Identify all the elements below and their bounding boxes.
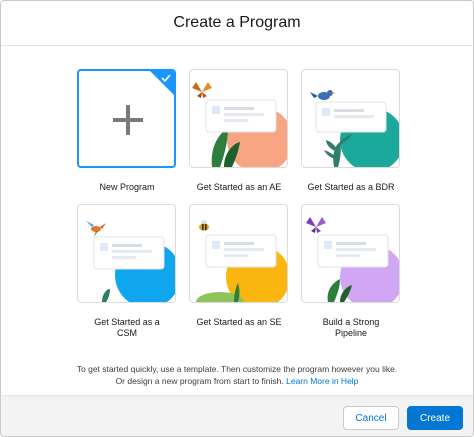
description-line-2-text: Or design a new program from start to fi…: [115, 376, 284, 386]
butterfly-icon: [192, 82, 212, 98]
cancel-button[interactable]: Cancel: [343, 406, 399, 430]
template-tile-pipeline[interactable]: [301, 204, 400, 303]
template-tile-ae[interactable]: [189, 69, 288, 168]
template-illustration: [306, 217, 399, 302]
template-description: To get started quickly, use a template. …: [1, 363, 473, 387]
checkmark-icon: [161, 74, 171, 83]
template-illustration: [196, 220, 287, 302]
description-line-2: Or design a new program from start to fi…: [1, 375, 473, 387]
purple-butterfly-icon: [306, 217, 326, 233]
template-label-csm-line1: Get Started as a: [94, 317, 160, 327]
create-button[interactable]: Create: [407, 406, 463, 430]
plus-icon: [113, 105, 143, 135]
template-label-bdr: Get Started as a BDR: [307, 182, 395, 192]
template-illustration: [192, 82, 287, 167]
create-program-modal: Create a Program New Program Get Started…: [0, 0, 474, 437]
description-line-1: To get started quickly, use a template. …: [76, 364, 398, 374]
modal-header: Create a Program: [1, 1, 473, 46]
bird-icon: [310, 90, 336, 100]
learn-more-link[interactable]: Learn More in Help: [286, 376, 358, 386]
modal-title: Create a Program: [173, 14, 301, 31]
modal-footer: Cancel Create: [1, 395, 473, 436]
template-tile-new-program[interactable]: [77, 69, 176, 168]
template-tile-bdr[interactable]: [301, 69, 400, 168]
hummingbird-icon: [86, 221, 106, 237]
template-tile-csm[interactable]: [77, 204, 176, 303]
template-illustration: [310, 90, 399, 167]
template-label-new-program: New Program: [99, 182, 155, 192]
template-label-pipeline-line1: Build a Strong: [322, 317, 380, 327]
bee-icon: [199, 220, 209, 231]
template-label-pipeline-line2: Pipeline: [334, 328, 368, 338]
template-label-ae: Get Started as an AE: [196, 182, 282, 192]
template-illustration: [86, 221, 175, 302]
template-label-csm-line2: CSM: [117, 328, 137, 338]
template-tile-se[interactable]: [189, 204, 288, 303]
template-label-se: Get Started as an SE: [196, 317, 282, 327]
